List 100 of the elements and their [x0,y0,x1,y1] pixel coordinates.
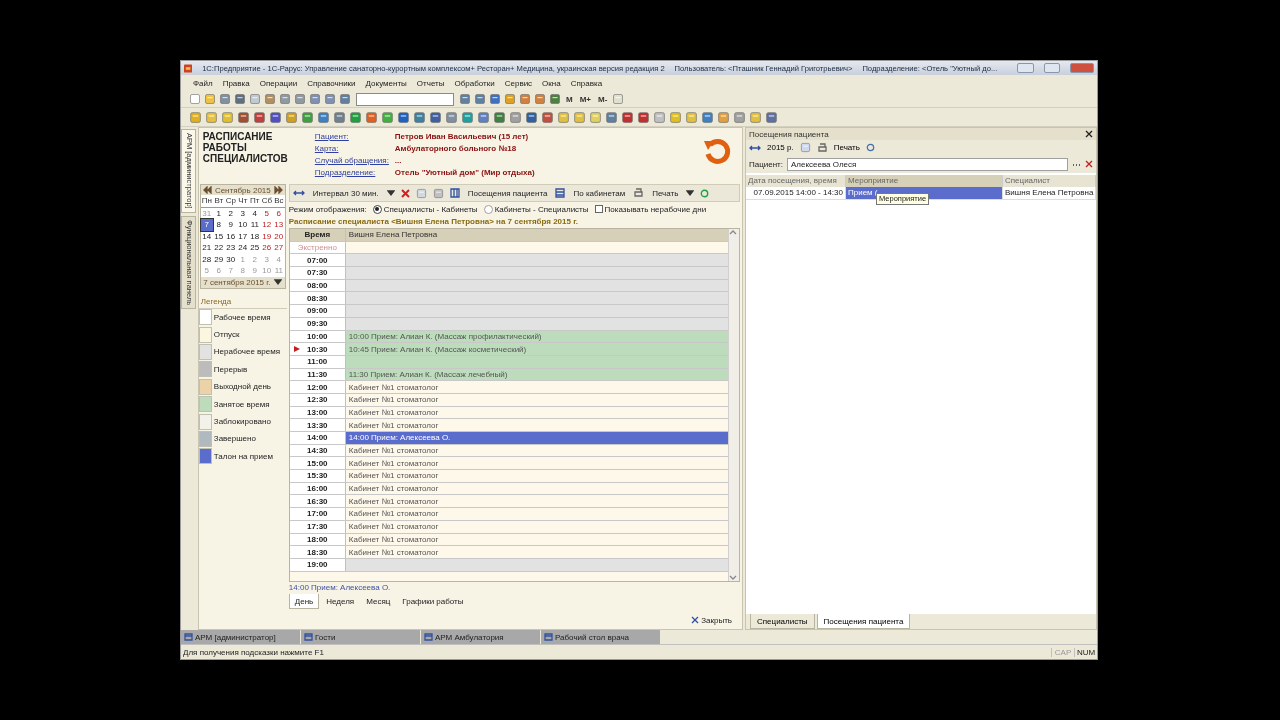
toolbar-icon[interactable] [749,110,762,124]
toolbar-icon[interactable] [365,110,378,124]
toolbar-icon[interactable] [333,110,346,124]
calendar-day[interactable]: 5 [260,207,273,219]
toolbar-icon[interactable] [717,110,730,124]
calendar-day[interactable]: 4 [248,207,261,219]
search-combo-field[interactable] [356,92,454,106]
dropdown-icon[interactable] [386,189,395,197]
toolbar-icon[interactable] [525,110,538,124]
print-button[interactable]: Печать [650,187,681,199]
menu-item[interactable]: Справка [570,78,603,88]
radio-label[interactable]: Кабинеты - Специалисты [494,204,589,214]
dropdown-icon[interactable] [686,189,695,197]
close-button[interactable] [1070,63,1094,73]
column-header[interactable]: Специалист [1003,175,1097,187]
column-header[interactable]: Дата посещения, время [746,175,846,187]
calendar-day[interactable]: 8 [212,219,225,231]
view-tab[interactable]: Неделя [321,594,360,609]
calendar-day[interactable]: 25 [248,242,261,254]
toolbar-icon[interactable] [413,110,426,124]
slot-cell[interactable] [345,267,728,279]
toolbar-icon[interactable] [285,110,298,124]
toolbar-icon[interactable] [253,110,266,124]
calendar-day[interactable]: 16 [224,230,237,242]
calendar-day[interactable]: 27 [272,242,285,254]
close-form-button[interactable]: Закрыть [699,614,734,626]
toolbar-icon[interactable] [605,110,618,124]
column-header[interactable]: Мероприятие [846,175,1003,187]
toolbar-icon[interactable] [589,110,602,124]
menu-item[interactable]: Сервис [504,78,533,88]
minimize-button[interactable] [1017,63,1034,73]
calendar-day[interactable]: 21 [200,242,213,254]
slot-cell[interactable] [345,254,728,267]
calendar-day[interactable]: 23 [224,242,237,254]
calendar-day[interactable]: 9 [224,219,237,231]
columns-icon[interactable] [449,188,460,198]
toolbar-icon[interactable] [573,110,586,124]
calendar-day[interactable]: 11 [248,219,261,231]
period-button[interactable]: 2015 р. [767,143,794,152]
view-tab[interactable]: День [288,594,320,609]
table-cell[interactable]: Вишня Елена Петровна [1003,187,1097,200]
patient-visits-button[interactable]: Посещения пациента [465,187,550,199]
scrollbar[interactable] [728,229,739,581]
calendar-day[interactable]: 14 [200,230,213,242]
calendar-day[interactable]: 7 [200,219,213,231]
calendar-day[interactable]: 1 [212,207,225,219]
prev-month-icon[interactable] [202,186,212,194]
slot-cell[interactable]: 14:00 Прием: Алексеева О. [345,432,728,444]
view-tab[interactable]: Графики работы [397,594,469,609]
toolbar-icon[interactable] [541,110,554,124]
toolbar-icon[interactable] [461,110,474,124]
field-link[interactable]: Подразделение: [314,167,395,178]
calendar-day[interactable]: 24 [236,242,249,254]
calendar-day[interactable]: 26 [260,242,273,254]
patient-field[interactable]: Алексеева Олеся [787,157,1068,171]
interval-button[interactable]: Интервал 30 мин. [310,187,381,199]
toolbar-icon[interactable] [733,110,746,124]
toolbar-icon[interactable] [381,110,394,124]
refresh-icon[interactable] [700,188,710,198]
toolbar-icon[interactable] [637,110,650,124]
dropdown-icon[interactable] [274,278,283,286]
column-header[interactable]: Вишня Елена Петровна [345,229,728,241]
view-tab[interactable]: Месяц [361,594,396,609]
memory-button[interactable]: M+ [577,94,593,104]
checkbox-label[interactable]: Показывать нерабочие дни [604,204,707,214]
print-button[interactable]: Печать [833,143,860,152]
table-icon[interactable] [555,188,566,198]
menu-item[interactable]: Обработки [454,78,495,88]
toolbar-icon[interactable] [621,110,634,124]
toolbar-icon[interactable] [349,110,362,124]
toolbar-icon[interactable] [445,110,458,124]
menu-item[interactable]: Окна [542,78,561,88]
calendar-day[interactable]: 29 [212,253,225,265]
clear-icon[interactable] [1085,160,1093,168]
close-icon[interactable] [691,616,700,624]
calendar-day[interactable]: 22 [212,242,225,254]
toolbar-icon[interactable] [429,110,442,124]
menu-item[interactable]: Файл [193,78,213,88]
toolbar-icon[interactable] [493,110,506,124]
toolbar-icon[interactable] [685,110,698,124]
next-month-icon[interactable] [273,186,283,194]
calendar-day[interactable]: 19 [260,230,273,242]
toolbar-icon[interactable] [317,110,330,124]
memory-button[interactable]: M [564,94,575,104]
toolbar-icon[interactable] [557,110,570,124]
slot-cell[interactable] [345,292,728,305]
slot-cell[interactable]: 10:45 Прием: Алиан К. (Массаж косметический) [345,343,728,355]
calendar-day[interactable]: 3 [236,207,249,219]
toolbar-icon[interactable] [669,110,682,124]
menu-item[interactable]: Отчеты [416,78,445,88]
menu-item[interactable]: Документы [365,78,407,88]
calendar-day[interactable]: 17 [236,230,249,242]
menu-item[interactable]: Операции [259,78,298,88]
menu-item[interactable]: Справочники [307,78,356,88]
scroll-up-icon[interactable] [729,229,737,236]
delete-icon[interactable] [400,188,410,198]
checkbox[interactable] [594,205,603,213]
interval-arrows-icon[interactable] [292,188,305,198]
refresh-icon[interactable] [865,143,875,152]
field-link[interactable]: Пациент: [314,131,395,142]
